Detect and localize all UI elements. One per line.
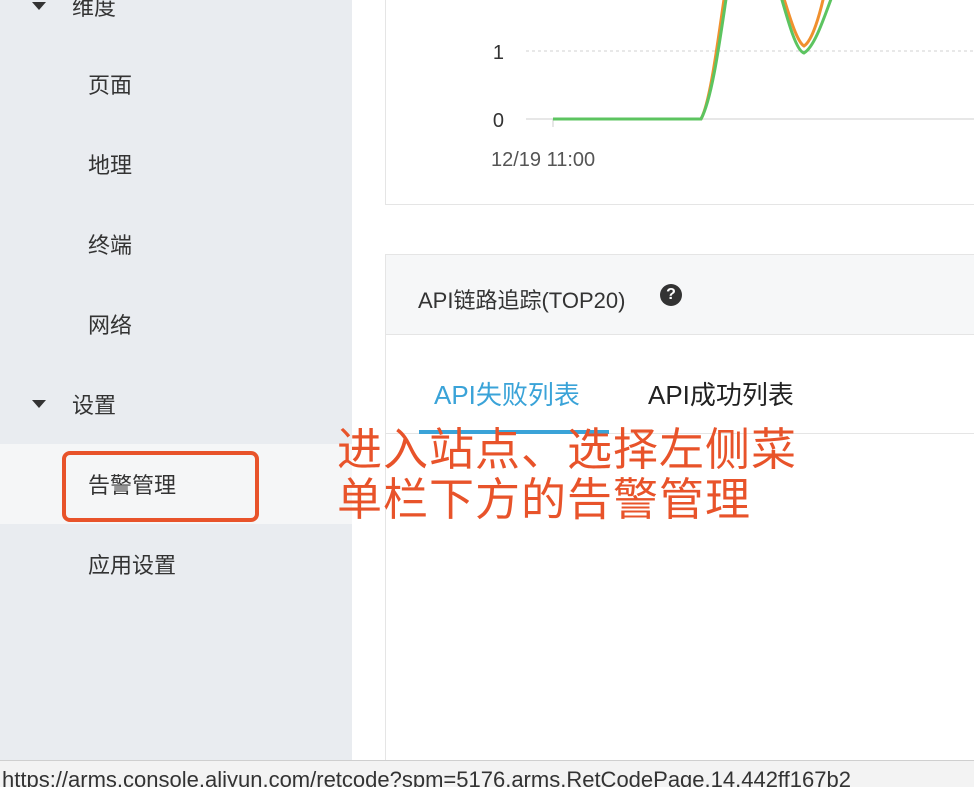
sidebar: 维度 页面 地理 终端 网络 设置 告警管理 应用设置: [0, 0, 352, 760]
sidebar-item-label: 网络: [88, 313, 133, 338]
sidebar-item-page[interactable]: 页面: [0, 44, 352, 124]
sidebar-group-dimension[interactable]: 维度: [0, 0, 352, 26]
sidebar-item-label: 应用设置: [88, 553, 177, 578]
annotation-line-1: 进入站点、选择左侧菜: [337, 424, 798, 475]
sidebar-item-label: 终端: [88, 233, 133, 258]
chart-card: 1 0 12/19 11:00: [385, 0, 974, 205]
y-tick-label: 0: [493, 110, 504, 132]
sidebar-group-label: 设置: [72, 393, 117, 418]
y-tick-label: 1: [493, 42, 504, 64]
sidebar-item-label: 告警管理: [88, 473, 177, 498]
sidebar-item-alert-management[interactable]: 告警管理: [0, 444, 352, 524]
series-line-orange: [553, 0, 825, 121]
annotation-line-2: 单栏下方的告警管理: [337, 474, 752, 525]
caret-down-icon: [32, 2, 46, 10]
sidebar-item-terminal[interactable]: 终端: [0, 204, 352, 284]
status-url: https://arms.console.aliyun.com/retcode?…: [2, 767, 851, 787]
sidebar-item-app-settings[interactable]: 应用设置: [0, 524, 352, 604]
sidebar-item-label: 页面: [88, 73, 133, 98]
series-line-green: [553, 0, 833, 121]
tab-api-failed[interactable]: API失败列表: [434, 375, 580, 412]
annotation-text: 进入站点、选择左侧菜 单栏下方的告警管理: [337, 425, 857, 525]
x-tick-label: 12/19 11:00: [491, 149, 595, 171]
tab-api-success[interactable]: API成功列表: [648, 375, 794, 412]
sidebar-item-network[interactable]: 网络: [0, 284, 352, 364]
caret-down-icon: [32, 400, 46, 408]
sidebar-group-label: 维度: [72, 0, 117, 20]
card-header: API链路追踪(TOP20) ?: [386, 255, 974, 335]
line-chart: 1 0 12/19 11:00: [491, 0, 974, 171]
status-bar: https://arms.console.aliyun.com/retcode?…: [0, 760, 974, 787]
sidebar-group-settings[interactable]: 设置: [0, 384, 352, 424]
sidebar-item-geo[interactable]: 地理: [0, 124, 352, 204]
card-title: API链路追踪(TOP20): [418, 288, 626, 313]
sidebar-item-label: 地理: [88, 153, 133, 178]
help-icon[interactable]: ?: [660, 284, 682, 306]
